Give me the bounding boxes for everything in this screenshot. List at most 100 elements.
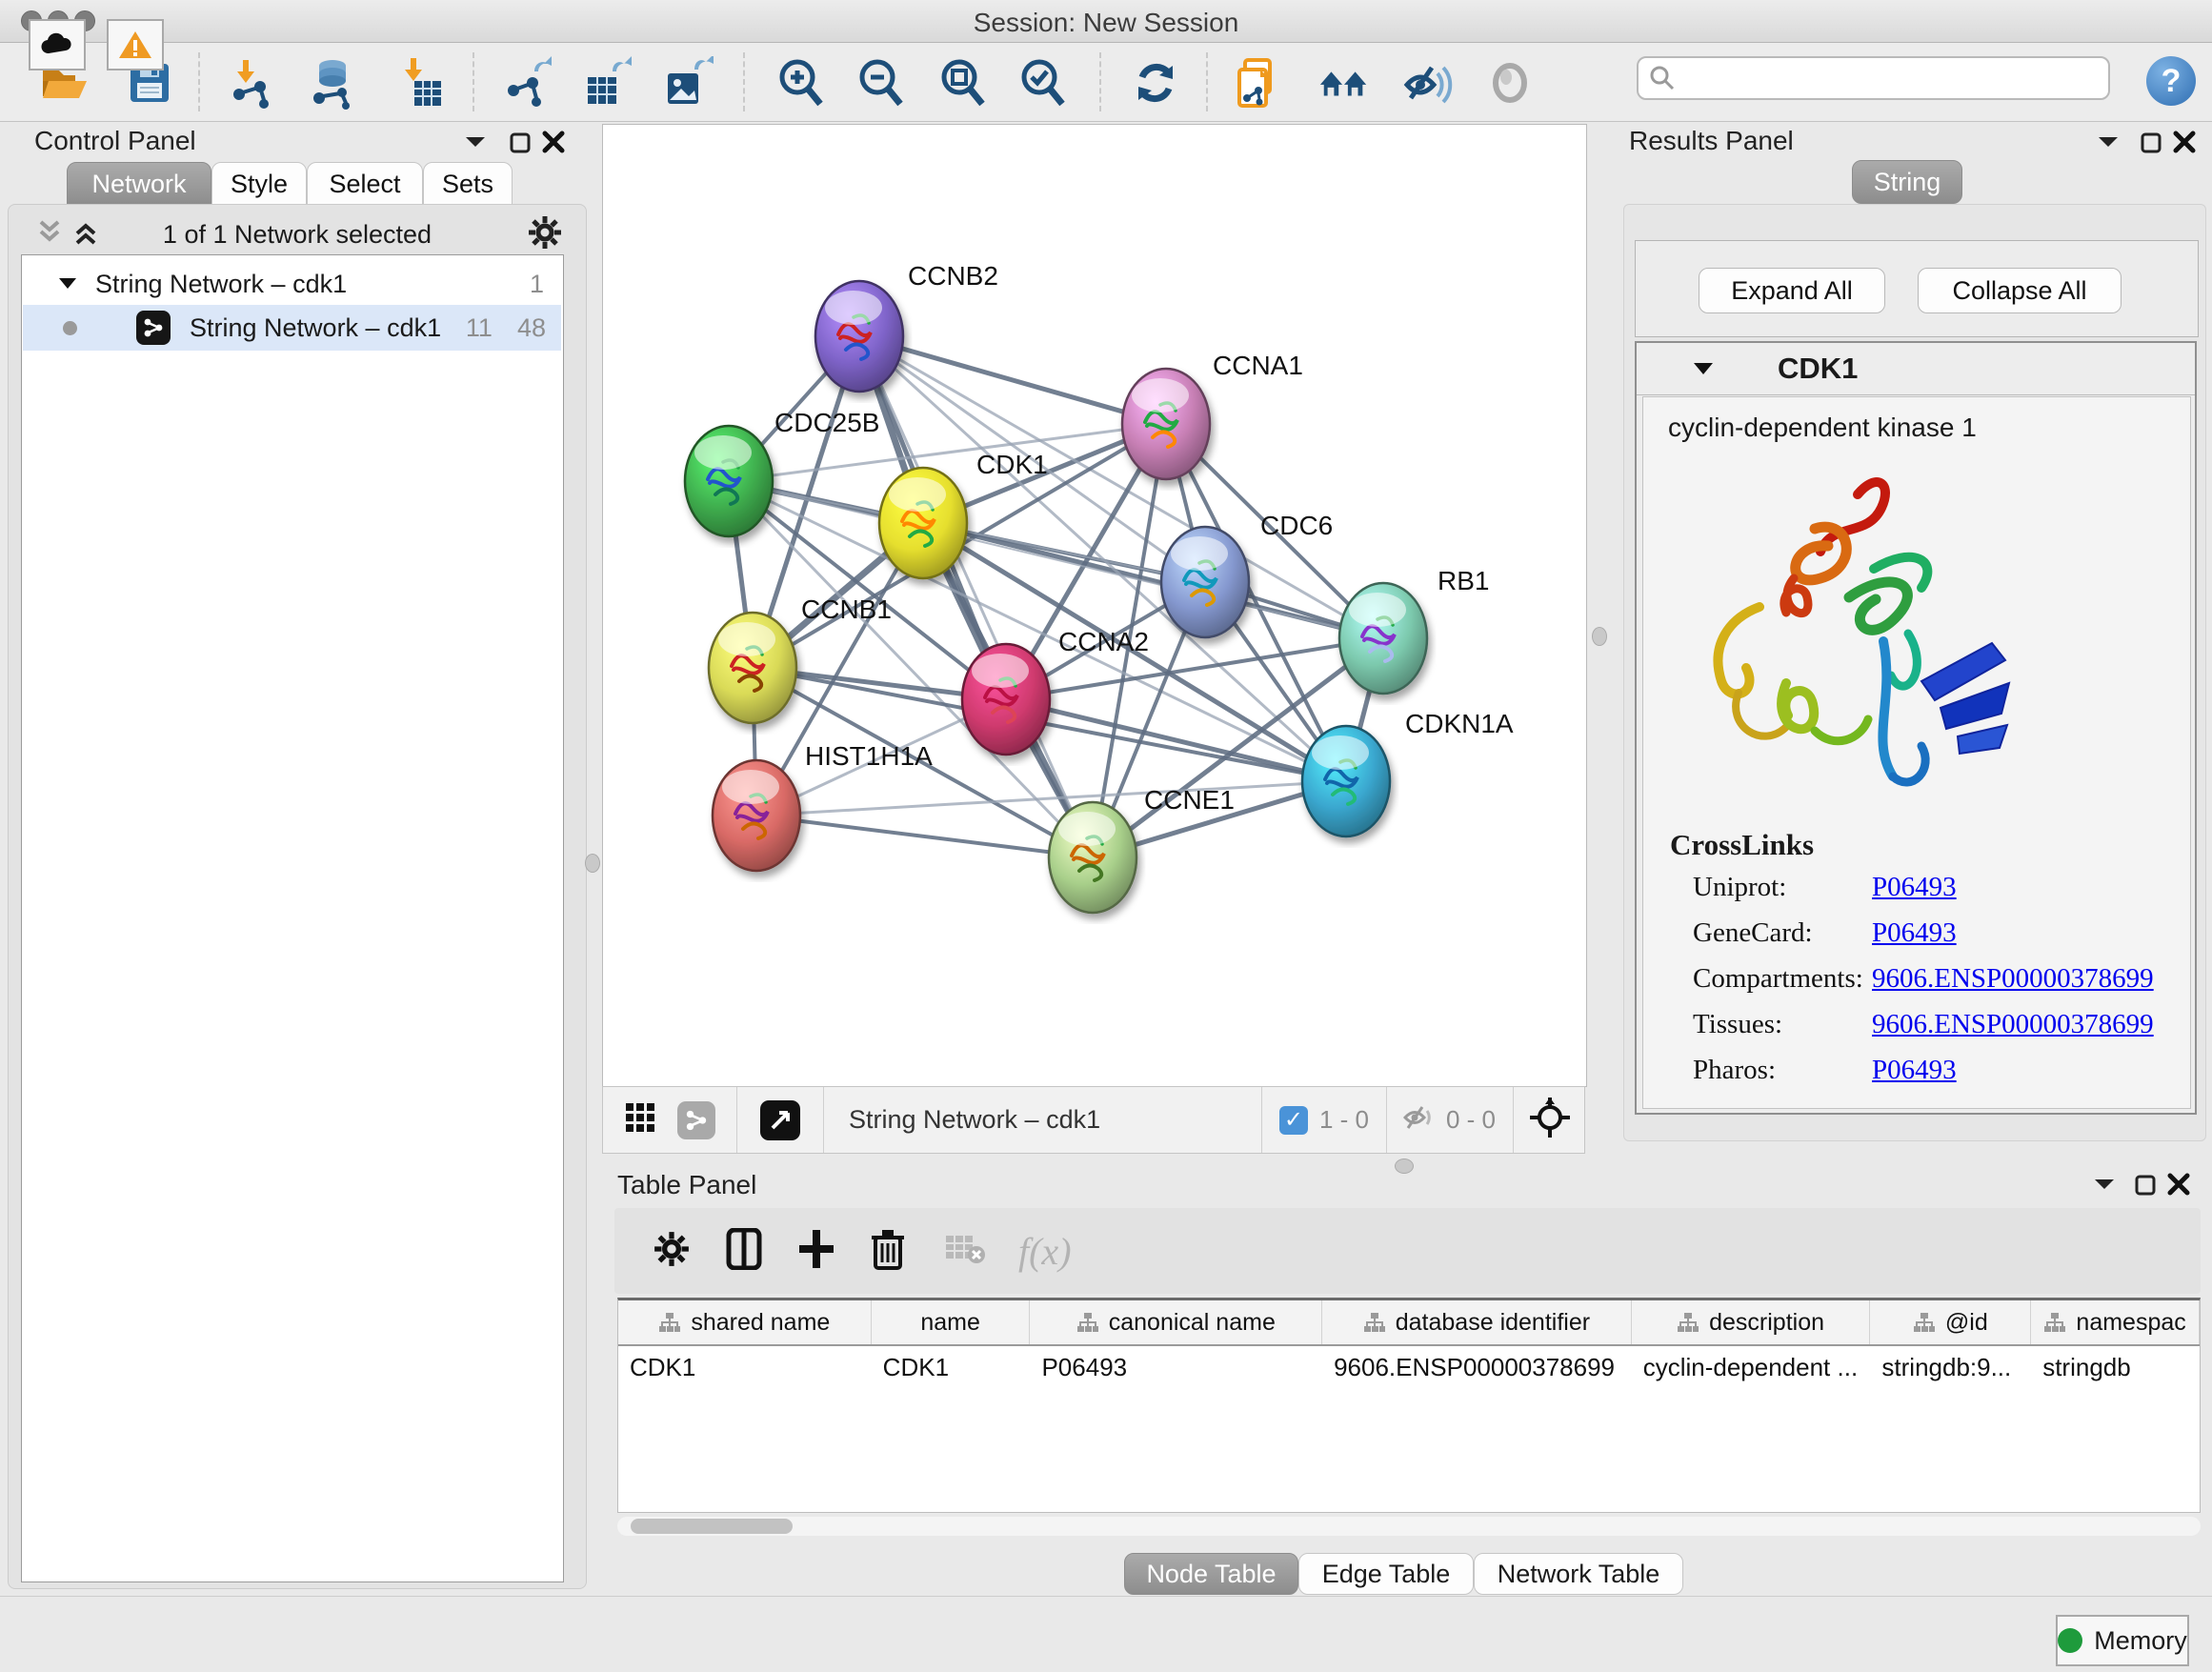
network-node-CCNB2[interactable]: CCNB2 — [815, 261, 998, 392]
control-panel-close-icon[interactable] — [541, 130, 566, 159]
table-panel-float-icon[interactable] — [2134, 1174, 2157, 1201]
add-column-icon[interactable] — [797, 1228, 835, 1275]
node-label-CCNE1: CCNE1 — [1144, 785, 1235, 815]
network-edge-CCNB2-CCNE1[interactable] — [859, 336, 1093, 857]
expand-all-button[interactable]: Expand All — [1699, 268, 1885, 313]
tab-string[interactable]: String — [1852, 160, 1962, 204]
results-panel-float-icon[interactable] — [2140, 131, 2162, 159]
crosslink-tissues-link[interactable]: 9606.ENSP00000378699 — [1872, 1009, 2154, 1040]
show-all-networks-button[interactable] — [1317, 55, 1372, 111]
table-cell[interactable]: CDK1 — [872, 1346, 1031, 1388]
left-splitter-handle[interactable] — [585, 854, 600, 873]
column-header-namespac[interactable]: namespac — [2031, 1300, 2200, 1344]
cloud-button[interactable] — [29, 19, 86, 71]
selected-checkbox-icon[interactable]: ✓ — [1279, 1106, 1308, 1135]
birdseye-crosshair-icon[interactable] — [1529, 1097, 1571, 1143]
help-button[interactable]: ? — [2146, 56, 2196, 106]
toolbar-separator — [473, 52, 474, 111]
network-node-CCNB1[interactable]: CCNB1 — [709, 594, 892, 723]
network-node-RB1[interactable]: RB1 — [1339, 566, 1489, 694]
column-header-canonical-name[interactable]: canonical name — [1030, 1300, 1322, 1344]
table-row[interactable]: CDK1CDK1P064939606.ENSP00000378699cyclin… — [618, 1346, 2200, 1388]
detach-view-icon[interactable] — [760, 1100, 800, 1140]
results-panel-close-icon[interactable] — [2172, 130, 2197, 159]
zoom-in-button[interactable] — [774, 55, 829, 111]
crosslink-pharos-link[interactable]: P06493 — [1872, 1055, 1957, 1086]
network-row-selected[interactable]: String Network – cdk1 11 48 — [23, 305, 561, 351]
network-collection-row[interactable]: String Network – cdk1 1 — [23, 263, 561, 305]
tab-network-table[interactable]: Network Table — [1474, 1553, 1683, 1595]
export-table-button[interactable] — [579, 55, 634, 111]
table-hscrollbar-track[interactable] — [617, 1517, 2201, 1536]
table-panel-menu-icon[interactable] — [2092, 1176, 2117, 1198]
clone-network-button[interactable] — [1231, 55, 1286, 111]
hidden-counts: 0 - 0 — [1446, 1105, 1496, 1135]
gene-name: CDK1 — [1778, 352, 1858, 386]
tab-sets[interactable]: Sets — [423, 162, 513, 206]
crosslink-compartments-link[interactable]: 9606.ENSP00000378699 — [1872, 963, 2154, 995]
tab-select[interactable]: Select — [307, 162, 423, 206]
network-node-CCNA1[interactable]: CCNA1 — [1122, 351, 1303, 479]
export-image-button[interactable] — [659, 55, 714, 111]
network-panel-gear-icon[interactable] — [527, 214, 563, 255]
table-cell[interactable]: 9606.ENSP00000378699 — [1322, 1346, 1632, 1388]
warning-button[interactable] — [107, 19, 164, 71]
search-input[interactable] — [1677, 63, 2081, 94]
table-cell[interactable]: stringdb — [2031, 1346, 2200, 1388]
network-node-CDKN1A[interactable]: CDKN1A — [1302, 709, 1514, 836]
import-table-button[interactable] — [392, 55, 448, 111]
control-panel-float-icon[interactable] — [509, 131, 532, 159]
column-header-name[interactable]: name — [872, 1300, 1031, 1344]
control-panel-menu-icon[interactable] — [463, 133, 488, 155]
clone-network-icon — [1232, 56, 1285, 110]
export-network-button[interactable] — [499, 55, 554, 111]
column-header-shared-name[interactable]: shared name — [618, 1300, 872, 1344]
tab-network[interactable]: Network — [67, 162, 211, 206]
zoom-out-button[interactable] — [854, 55, 909, 111]
table-cell[interactable]: P06493 — [1030, 1346, 1322, 1388]
network-node-CDC25B[interactable]: CDC25B — [685, 408, 879, 536]
network-edge-HIST1H1A-CCNE1[interactable] — [756, 816, 1093, 857]
memory-button[interactable]: Memory — [2056, 1615, 2189, 1666]
node-label-CCNB1: CCNB1 — [801, 594, 892, 624]
table-panel-title: Table Panel — [617, 1170, 756, 1200]
horizontal-splitter-handle[interactable] — [1395, 1158, 1414, 1174]
grid-view-icon[interactable] — [624, 1101, 656, 1138]
tab-node-table[interactable]: Node Table — [1124, 1553, 1298, 1595]
crosslink-uniprot-link[interactable]: P06493 — [1872, 872, 1957, 903]
tree-expand-icon[interactable] — [57, 276, 78, 292]
show-columns-icon[interactable] — [725, 1228, 763, 1275]
refresh-button[interactable] — [1128, 55, 1183, 111]
shared-column-icon — [2043, 1312, 2066, 1333]
zoom-selected-button[interactable] — [1016, 55, 1071, 111]
export-image-icon — [660, 56, 714, 110]
crosslink-genecard-link[interactable]: P06493 — [1872, 917, 1957, 949]
show-hidden-button-disabled[interactable] — [1482, 55, 1538, 111]
delete-column-icon[interactable] — [870, 1228, 906, 1275]
import-network-file-button[interactable] — [225, 55, 280, 111]
hide-selected-button[interactable] — [1400, 55, 1456, 111]
section-collapse-icon[interactable] — [1692, 360, 1715, 377]
table-panel-close-icon[interactable] — [2166, 1172, 2191, 1201]
table-cell[interactable]: stringdb:9... — [1870, 1346, 2031, 1388]
table-hscrollbar-thumb[interactable] — [631, 1519, 793, 1534]
column-header--id[interactable]: @id — [1870, 1300, 2031, 1344]
column-header-description[interactable]: description — [1632, 1300, 1871, 1344]
network-canvas[interactable]: CCNB2CCNA1CDC25BCDK1CDC6RB1CCNB1CCNA2CDK… — [602, 124, 1587, 1087]
hidden-eye-icon[interactable] — [1402, 1103, 1437, 1137]
node-table[interactable]: shared namenamecanonical namedatabase id… — [617, 1298, 2201, 1513]
collapse-all-button[interactable]: Collapse All — [1918, 268, 2122, 313]
zoom-fit-button[interactable] — [935, 55, 991, 111]
table-gear-icon[interactable] — [653, 1230, 691, 1273]
import-network-database-button[interactable] — [305, 55, 360, 111]
column-header-database-identifier[interactable]: database identifier — [1322, 1300, 1632, 1344]
table-cell[interactable]: CDK1 — [618, 1346, 872, 1388]
vertical-splitter-handle[interactable] — [1592, 627, 1607, 646]
tab-edge-table[interactable]: Edge Table — [1298, 1553, 1474, 1595]
results-panel-menu-icon[interactable] — [2096, 133, 2121, 155]
network-node-CCNE1[interactable]: CCNE1 — [1049, 785, 1235, 913]
gene-section-header[interactable]: CDK1 — [1637, 343, 2195, 395]
tab-style[interactable]: Style — [211, 162, 307, 206]
table-cell[interactable]: cyclin-dependent ... — [1632, 1346, 1871, 1388]
share-view-icon[interactable] — [677, 1101, 715, 1139]
